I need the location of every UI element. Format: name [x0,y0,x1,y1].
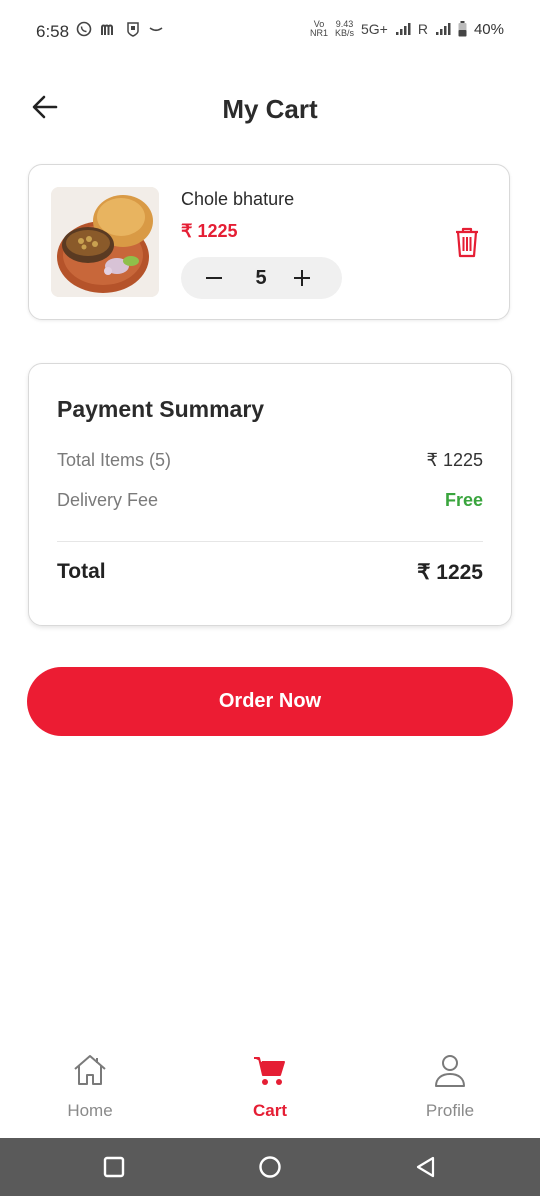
decrease-quantity-button[interactable] [203,267,225,289]
nav-item-cart[interactable]: Cart [180,1038,360,1138]
chole-bhature-image [51,187,159,297]
item-name: Chole bhature [181,189,295,209]
nav-item-home[interactable]: Home [0,1038,180,1138]
item-image [51,187,159,297]
recents-icon[interactable] [102,1155,126,1179]
item-price: ₹ 1225 [181,221,238,241]
page-title: My Cart [222,94,318,124]
system-nav-bar [0,1138,540,1196]
amazon-icon [149,27,163,32]
status-time: 6:58 [36,22,70,41]
nav-item-profile[interactable]: Profile [360,1038,540,1138]
cart-item-card: Chole bhature ₹ 1225 5 [28,164,510,320]
signal-icon [395,23,411,35]
increase-quantity-button[interactable] [291,267,313,289]
volte-indicator: Vo NR1 [309,19,328,38]
home-button-icon[interactable] [258,1155,282,1179]
nav-label-home: Home [67,1101,113,1120]
nav-label-profile: Profile [425,1101,475,1120]
battery-percent: 40% [473,20,504,38]
payment-summary-title: Payment Summary [57,396,265,422]
quantity-value: 5 [255,267,267,289]
order-now-button[interactable]: Order Now [27,667,513,736]
quantity-stepper: 5 [181,257,342,299]
delivery-fee-value: Free [444,490,483,510]
total-items-value: ₹ 1225 [426,450,484,470]
nav-label-cart: Cart [252,1101,287,1120]
m-app-icon [101,24,113,35]
delete-icon[interactable] [453,225,481,259]
total-items-label: Total Items (5) [57,450,172,470]
back-button-icon[interactable] [414,1155,438,1179]
delivery-fee-label: Delivery Fee [57,490,159,510]
bottom-nav: Home Cart Profile [0,1038,540,1138]
total-label: Total [57,560,106,583]
signal-icon-2 [435,23,451,35]
whatsapp-icon [76,21,92,37]
network-speed: 9.43 KB/s [334,19,354,38]
cart-icon [254,1057,285,1085]
battery-icon [458,21,467,37]
roaming-indicator: R [417,21,428,37]
divider [57,541,483,542]
home-icon [74,1055,106,1085]
total-value: ₹ 1225 [417,561,483,584]
payment-summary-card: Payment Summary Total Items (5) ₹ 1225 D… [28,363,512,626]
status-bar: 6:58 Vo NR1 9.43 KB/s 5G+ R 40% [0,0,540,64]
profile-icon [435,1055,465,1087]
network-type: 5G+ [360,21,388,37]
shield-notification-icon [127,22,139,37]
